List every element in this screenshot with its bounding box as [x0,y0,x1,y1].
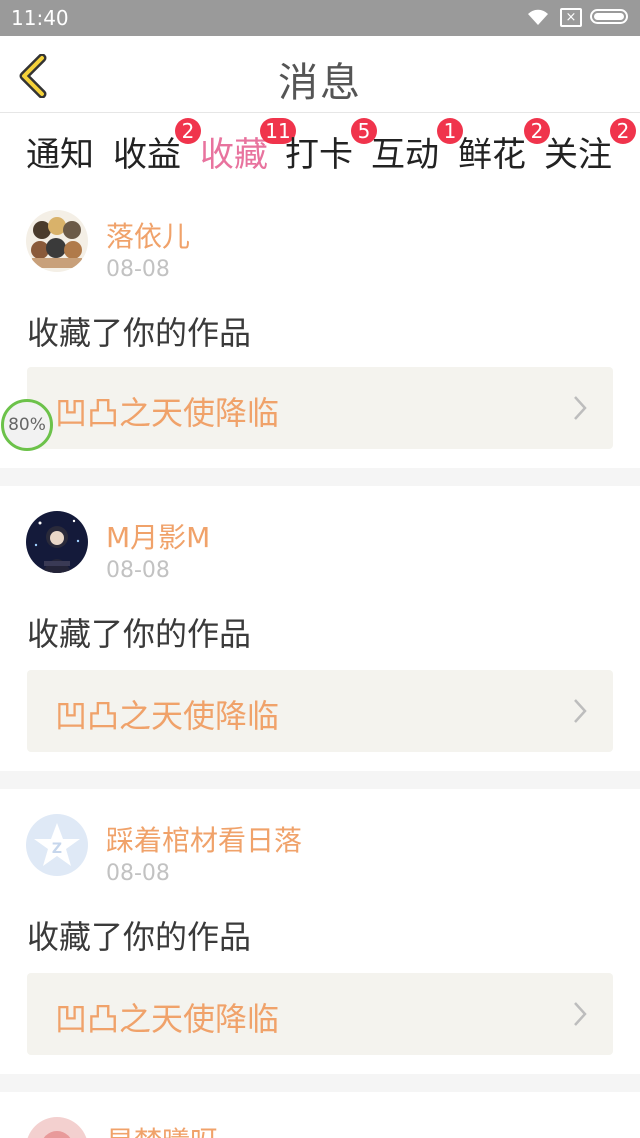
message-text: 收藏了你的作品 [27,615,252,653]
tab-flowers[interactable]: 鲜花 2 [458,118,550,176]
message-card: M月影M 08-08 收藏了你的作品 凹凸之天使降临 [0,486,640,771]
message-text: 收藏了你的作品 [27,314,252,352]
floating-progress-widget[interactable]: 80% [1,399,53,451]
page-title: 消息 [278,60,362,106]
work-title: 凹凸之天使降临 [55,394,280,432]
user-avatar[interactable] [26,210,88,272]
card-divider [0,468,640,486]
tab-label: 互动 [371,135,439,175]
tab-label: 鲜花 [458,135,526,175]
message-date: 08-08 [106,861,170,886]
message-date: 08-08 [106,257,170,282]
chevron-right-icon [574,396,587,420]
tab-badge: 2 [610,118,636,144]
username[interactable]: M月影M [106,516,210,556]
status-bar: 11:40 × [0,0,640,36]
work-link[interactable]: 凹凸之天使降临 [27,973,613,1055]
battery-icon [590,9,628,24]
username[interactable]: 踩着棺材看日落 [106,819,302,859]
tab-favorites[interactable]: 收藏 11 [200,118,296,193]
category-tabs: 通知 收益 2 收藏 11 打卡 5 互动 1 鲜花 2 关注 2 [0,113,640,193]
work-link[interactable]: 凹凸之天使降临 [27,367,613,449]
message-card: 落依儿 08-08 收藏了你的作品 凹凸之天使降临 [0,185,640,470]
app-header: 消息 [0,36,640,113]
message-card: Z 踩着棺材看日落 08-08 收藏了你的作品 凹凸之天使降临 [0,789,640,1074]
work-title: 凹凸之天使降临 [55,1000,280,1038]
card-divider [0,771,640,789]
chevron-right-icon [574,699,587,723]
wifi-icon [528,9,548,25]
tab-following[interactable]: 关注 2 [544,118,636,176]
tab-label: 收益 [113,135,181,175]
username[interactable]: 落依儿 [106,215,190,255]
message-text: 收藏了你的作品 [27,918,252,956]
user-avatar[interactable] [26,511,88,573]
username[interactable]: 星梦曦呀 [106,1120,218,1138]
svg-text:Z: Z [52,841,62,857]
tab-interaction[interactable]: 互动 1 [371,118,463,176]
tab-label: 打卡 [285,135,353,175]
work-link[interactable]: 凹凸之天使降临 [27,670,613,752]
tab-label: 收藏 [200,135,268,175]
tab-label: 关注 [544,135,612,175]
chevron-right-icon [574,1002,587,1026]
tab-notice[interactable]: 通知 [26,127,94,176]
tab-earnings[interactable]: 收益 2 [113,118,201,176]
tab-badge: 2 [175,118,201,144]
message-date: 08-08 [106,558,170,583]
no-sim-icon: × [560,8,582,27]
work-title: 凹凸之天使降临 [55,697,280,735]
tab-checkin[interactable]: 打卡 5 [285,118,377,176]
user-avatar[interactable] [26,1117,88,1138]
message-card: 星梦曦呀 [0,1092,640,1138]
status-time: 11:40 [11,6,69,30]
default-avatar-icon[interactable]: Z [26,814,88,876]
progress-label: 80% [8,415,46,435]
tab-label: 通知 [26,135,94,175]
card-divider [0,1074,640,1092]
